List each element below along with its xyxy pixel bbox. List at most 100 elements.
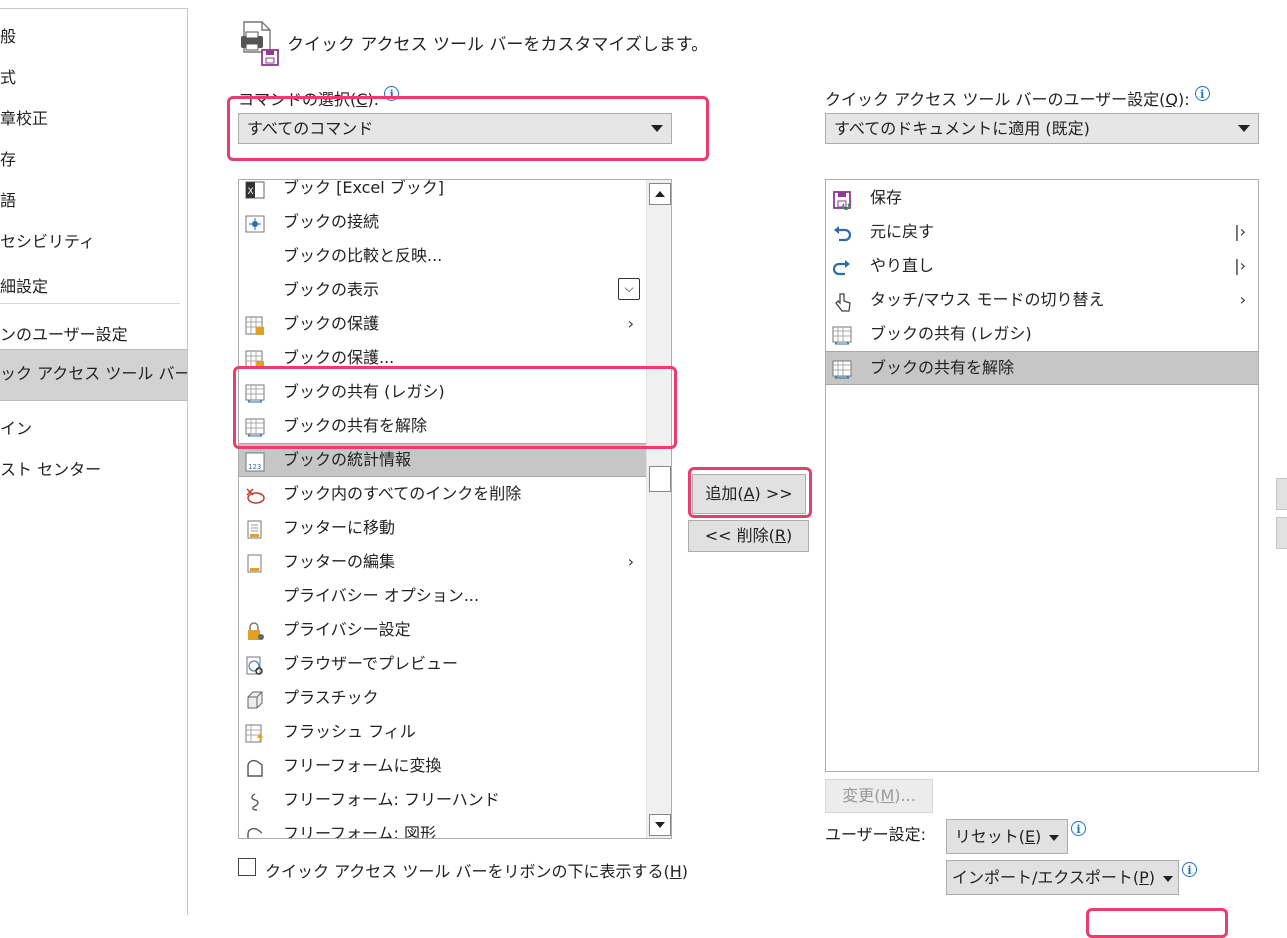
command-list-item[interactable]: 123 ブックの統計情報 [239,443,646,477]
chevron-down-icon [1049,834,1060,841]
command-list-item[interactable]: フリーフォーム: フリーハンド [239,783,646,817]
list-item-label: フッターの編集 [283,552,396,571]
move-down-button[interactable] [1276,517,1287,549]
show-below-ribbon-checkbox[interactable] [238,858,256,876]
plastic-icon [245,688,265,709]
qat-list-item[interactable]: ブックの共有を解除 [826,351,1258,385]
customize-qat-label: クイック アクセス ツール バーのユーザー設定(Q): i [825,86,1210,110]
touch-mouse-mode-icon [832,290,852,312]
button-text: << 削除( [704,526,775,545]
list-item-label: ブックの共有を解除 [870,358,1015,377]
command-list-item[interactable]: ブックの表示 ⌵ [239,273,646,307]
list-item-label: ブックの比較と反映... [283,246,443,265]
chevron-down-icon [1163,875,1174,882]
list-item-label: プラスチック [283,688,379,707]
remove-button[interactable]: << 削除(R) [688,520,809,552]
convert-freeform-icon [245,756,265,777]
command-list-item[interactable]: フリーフォーム: 図形 [239,817,646,838]
choose-commands-label: コマンドの選択(C): i [238,86,400,110]
qat-list-item[interactable]: ブックの共有 (レガシ) [826,317,1258,351]
show-below-ribbon-label[interactable]: クイック アクセス ツール バーをリボンの下に表示する(H) [265,858,688,882]
options-nav: 般 式 章校正 存 語 セシビリティ 細設定 ンのユーザー設定 ック アクセス … [0,8,188,915]
edit-footer-icon [245,552,265,573]
nav-item-quick-access-toolbar[interactable]: ック アクセス ツール バー [0,349,187,401]
nav-item-label: 細設定 [0,277,49,296]
list-item-label: ブックの共有 (レガシ) [283,382,445,401]
access-key: A [743,484,755,503]
save-icon [832,188,852,210]
delete-ink-icon [245,484,265,504]
flash-fill-icon [245,722,265,743]
label-text: ) [681,862,688,881]
qat-list[interactable]: 保存元に戻す |› やり直し |› タッチ/マウス モードの切り替え › ブックの共有 (レ… [825,179,1259,772]
scroll-down-button[interactable] [649,814,671,836]
qat-list-item[interactable]: 元に戻す |› [826,215,1258,249]
list-item-label: ブックの保護 [283,314,380,333]
command-list-item[interactable]: ブックの保護 › [239,307,646,341]
nav-item-general[interactable]: 般 [0,17,187,57]
commands-list[interactable]: X ブック [Excel ブック] ブックの接続ブックの比較と反映... ブックの表示… [238,179,672,839]
nav-item-label: セシビリティ [0,232,96,251]
commands-scrollbar[interactable] [646,180,671,838]
move-up-button[interactable] [1276,478,1287,510]
submenu-arrow-icon: › [627,314,634,333]
command-list-item[interactable]: プライバシー設定 [239,613,646,647]
nav-item-proofing[interactable]: 章校正 [0,99,187,139]
list-item-label: ブックの共有 (レガシ) [870,324,1032,343]
command-list-item[interactable]: ブック内のすべてのインクを削除 [239,477,646,511]
list-item-label: 保存 [870,188,903,207]
nav-item-label: 式 [0,68,17,87]
choose-commands-dropdown[interactable]: すべてのコマンド [238,113,672,144]
info-icon[interactable]: i [1194,86,1210,101]
access-key: C [356,90,368,109]
label-text: ): [367,90,380,109]
command-list-item[interactable]: ブックの保護... [239,341,646,375]
command-list-item[interactable]: ブックの共有を解除 [239,409,646,443]
share-workbook-icon [832,324,852,345]
qat-list-rows: 保存元に戻す |› やり直し |› タッチ/マウス モードの切り替え › ブックの共有 (レ… [826,181,1258,771]
button-text: ) [786,526,793,545]
info-icon[interactable]: i [1182,862,1197,877]
qat-list-item[interactable]: 保存 [826,181,1258,215]
nav-item-label: 般 [0,27,17,46]
nav-item-label: ンのユーザー設定 [0,325,128,344]
nav-item-save[interactable]: 存 [0,140,187,180]
command-list-item[interactable]: フラッシュ フィル [239,715,646,749]
nav-item-formulas[interactable]: 式 [0,58,187,98]
command-list-item[interactable]: ブックの共有 (レガシ) [239,375,646,409]
nav-item-accessibility[interactable]: セシビリティ [0,222,187,262]
nav-item-trust-center[interactable]: スト センター [0,450,187,490]
chevron-down-icon [1238,125,1250,132]
page-title: クイック アクセス ツール バーをカスタマイズします。 [287,35,709,55]
scroll-thumb[interactable] [649,466,671,492]
add-button[interactable]: 追加(A) >> [692,474,806,514]
modify-button[interactable]: 変更(M)... [825,779,933,813]
scroll-up-button[interactable] [649,183,671,205]
qat-list-item[interactable]: タッチ/マウス モードの切り替え › [826,283,1258,317]
command-list-item[interactable]: プラスチック [239,681,646,715]
nav-item-language[interactable]: 語 [0,181,187,221]
command-list-item[interactable]: フッターに移動 [239,511,646,545]
command-list-item[interactable]: ブックの接続 [239,205,646,239]
nav-item-addins[interactable]: イン [0,409,187,449]
freehand-icon [245,790,265,811]
list-item-label: ブックの接続 [283,212,380,231]
unshare-workbook-icon [832,359,852,379]
list-item-label: ブックの共有を解除 [283,416,428,435]
nav-divider [0,303,180,304]
import-export-button[interactable]: インポート/エクスポート(P) [946,860,1179,895]
qat-list-item[interactable]: やり直し |› [826,249,1258,283]
reset-button[interactable]: リセット(E) [946,819,1068,854]
command-list-item[interactable]: フッターの編集 › [239,545,646,579]
command-list-item[interactable]: フリーフォームに変換 [239,749,646,783]
command-list-item[interactable]: X ブック [Excel ブック] [239,180,646,205]
list-item-label: ブラウザーでプレビュー [283,654,459,673]
command-list-item[interactable]: ブラウザーでプレビュー [239,647,646,681]
customize-qat-dropdown[interactable]: すべてのドキュメントに適用 (既定) [825,113,1259,144]
info-icon[interactable]: i [1071,821,1086,836]
info-icon[interactable]: i [384,86,400,101]
command-list-item[interactable]: プライバシー オプション... [239,579,646,613]
commands-list-rows: X ブック [Excel ブック] ブックの接続ブックの比較と反映... ブックの表示… [239,180,646,838]
command-list-item[interactable]: ブックの比較と反映... [239,239,646,273]
nav-item-advanced[interactable]: 細設定 [0,267,187,307]
